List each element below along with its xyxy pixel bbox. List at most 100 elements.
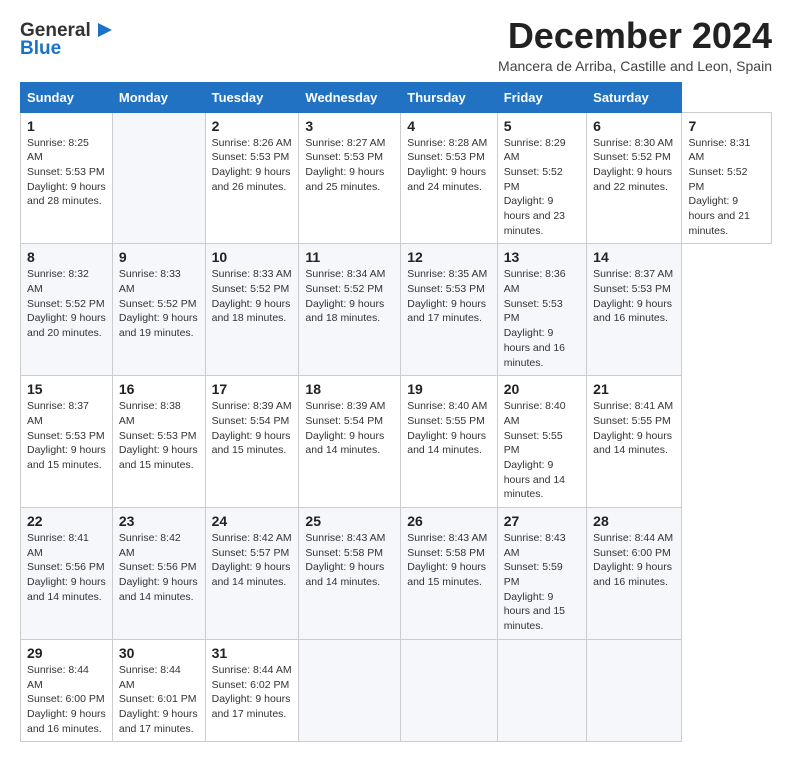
table-row: 30Sunrise: 8:44 AM Sunset: 6:01 PM Dayli…	[112, 639, 205, 741]
day-detail: Sunrise: 8:41 AM Sunset: 5:55 PM Dayligh…	[593, 399, 675, 458]
day-detail: Sunrise: 8:34 AM Sunset: 5:52 PM Dayligh…	[305, 267, 394, 326]
table-row: 7 Sunrise: 8:31 AM Sunset: 5:52 PM Daylig…	[682, 112, 772, 244]
table-row: 27 Sunrise: 8:43 AM Sunset: 5:59 PM Dayli…	[497, 508, 586, 640]
day-number: 10	[212, 249, 293, 265]
table-row	[299, 639, 401, 741]
table-row: 21 Sunrise: 8:41 AM Sunset: 5:55 PM Dayli…	[587, 376, 682, 508]
table-row: 24 Sunrise: 8:42 AM Sunset: 5:57 PM Dayli…	[205, 508, 299, 640]
day-number: 19	[407, 381, 490, 397]
day-number: 15	[27, 381, 106, 397]
col-friday: Friday	[497, 82, 586, 112]
day-number: 16	[119, 381, 199, 397]
subtitle: Mancera de Arriba, Castille and Leon, Sp…	[498, 58, 772, 74]
day-number: 23	[119, 513, 199, 529]
table-row: 8Sunrise: 8:32 AM Sunset: 5:52 PM Daylig…	[21, 244, 113, 376]
day-number: 20	[504, 381, 580, 397]
table-row: 19 Sunrise: 8:40 AM Sunset: 5:55 PM Dayli…	[401, 376, 497, 508]
table-row: 13Sunrise: 8:36 AM Sunset: 5:53 PM Dayli…	[497, 244, 586, 376]
calendar-header-row: Sunday Monday Tuesday Wednesday Thursday…	[21, 82, 772, 112]
table-row: 1 Sunrise: 8:25 AM Sunset: 5:53 PM Daylig…	[21, 112, 113, 244]
day-detail: Sunrise: 8:40 AM Sunset: 5:55 PM Dayligh…	[407, 399, 490, 458]
table-row	[112, 112, 205, 244]
table-row: 12 Sunrise: 8:35 AM Sunset: 5:53 PM Dayli…	[401, 244, 497, 376]
day-number: 5	[504, 118, 580, 134]
day-detail: Sunrise: 8:44 AM Sunset: 6:02 PM Dayligh…	[212, 663, 293, 722]
day-number: 29	[27, 645, 106, 661]
month-title: December 2024	[498, 16, 772, 56]
day-detail: Sunrise: 8:37 AM Sunset: 5:53 PM Dayligh…	[27, 399, 106, 472]
table-row: 23Sunrise: 8:42 AM Sunset: 5:56 PM Dayli…	[112, 508, 205, 640]
day-detail: Sunrise: 8:31 AM Sunset: 5:52 PM Dayligh…	[688, 136, 765, 239]
table-row: 10 Sunrise: 8:33 AM Sunset: 5:52 PM Dayli…	[205, 244, 299, 376]
col-sunday: Sunday	[21, 82, 113, 112]
day-detail: Sunrise: 8:33 AM Sunset: 5:52 PM Dayligh…	[119, 267, 199, 340]
table-row: 14 Sunrise: 8:37 AM Sunset: 5:53 PM Dayli…	[587, 244, 682, 376]
day-number: 24	[212, 513, 293, 529]
day-number: 21	[593, 381, 675, 397]
day-detail: Sunrise: 8:33 AM Sunset: 5:52 PM Dayligh…	[212, 267, 293, 326]
day-detail: Sunrise: 8:27 AM Sunset: 5:53 PM Dayligh…	[305, 136, 394, 195]
table-row	[401, 639, 497, 741]
day-detail: Sunrise: 8:44 AM Sunset: 6:00 PM Dayligh…	[27, 663, 106, 736]
table-row: 26Sunrise: 8:43 AM Sunset: 5:58 PM Dayli…	[401, 508, 497, 640]
day-detail: Sunrise: 8:39 AM Sunset: 5:54 PM Dayligh…	[212, 399, 293, 458]
table-row: 22 Sunrise: 8:41 AM Sunset: 5:56 PM Dayli…	[21, 508, 113, 640]
table-row	[587, 639, 682, 741]
day-number: 17	[212, 381, 293, 397]
day-number: 7	[688, 118, 765, 134]
day-detail: Sunrise: 8:40 AM Sunset: 5:55 PM Dayligh…	[504, 399, 580, 502]
title-area: December 2024 Mancera de Arriba, Castill…	[498, 16, 772, 74]
day-number: 22	[27, 513, 106, 529]
calendar-week-row: 8Sunrise: 8:32 AM Sunset: 5:52 PM Daylig…	[21, 244, 772, 376]
table-row: 2Sunrise: 8:26 AM Sunset: 5:53 PM Daylig…	[205, 112, 299, 244]
table-row: 28 Sunrise: 8:44 AM Sunset: 6:00 PM Dayli…	[587, 508, 682, 640]
calendar-week-row: 29 Sunrise: 8:44 AM Sunset: 6:00 PM Dayli…	[21, 639, 772, 741]
day-detail: Sunrise: 8:44 AM Sunset: 6:00 PM Dayligh…	[593, 531, 675, 590]
day-number: 27	[504, 513, 580, 529]
table-row: 29 Sunrise: 8:44 AM Sunset: 6:00 PM Dayli…	[21, 639, 113, 741]
day-number: 28	[593, 513, 675, 529]
col-thursday: Thursday	[401, 82, 497, 112]
table-row: 16 Sunrise: 8:38 AM Sunset: 5:53 PM Dayli…	[112, 376, 205, 508]
calendar-week-row: 22 Sunrise: 8:41 AM Sunset: 5:56 PM Dayli…	[21, 508, 772, 640]
day-detail: Sunrise: 8:37 AM Sunset: 5:53 PM Dayligh…	[593, 267, 675, 326]
calendar-week-row: 1 Sunrise: 8:25 AM Sunset: 5:53 PM Daylig…	[21, 112, 772, 244]
day-number: 31	[212, 645, 293, 661]
col-monday: Monday	[112, 82, 205, 112]
day-number: 13	[504, 249, 580, 265]
table-row: 25 Sunrise: 8:43 AM Sunset: 5:58 PM Dayli…	[299, 508, 401, 640]
day-detail: Sunrise: 8:29 AM Sunset: 5:52 PM Dayligh…	[504, 136, 580, 239]
day-number: 1	[27, 118, 106, 134]
logo-blue: Blue	[20, 38, 61, 60]
table-row: 5 Sunrise: 8:29 AM Sunset: 5:52 PM Daylig…	[497, 112, 586, 244]
day-detail: Sunrise: 8:43 AM Sunset: 5:59 PM Dayligh…	[504, 531, 580, 634]
day-number: 6	[593, 118, 675, 134]
day-number: 25	[305, 513, 394, 529]
day-number: 14	[593, 249, 675, 265]
day-number: 11	[305, 249, 394, 265]
day-number: 18	[305, 381, 394, 397]
day-detail: Sunrise: 8:26 AM Sunset: 5:53 PM Dayligh…	[212, 136, 293, 195]
table-row: 18Sunrise: 8:39 AM Sunset: 5:54 PM Dayli…	[299, 376, 401, 508]
col-tuesday: Tuesday	[205, 82, 299, 112]
calendar-table: Sunday Monday Tuesday Wednesday Thursday…	[20, 82, 772, 743]
day-number: 12	[407, 249, 490, 265]
day-detail: Sunrise: 8:43 AM Sunset: 5:58 PM Dayligh…	[305, 531, 394, 590]
day-number: 3	[305, 118, 394, 134]
day-detail: Sunrise: 8:43 AM Sunset: 5:58 PM Dayligh…	[407, 531, 490, 590]
day-detail: Sunrise: 8:32 AM Sunset: 5:52 PM Dayligh…	[27, 267, 106, 340]
table-row	[497, 639, 586, 741]
header: General Blue December 2024 Mancera de Ar…	[20, 16, 772, 74]
col-wednesday: Wednesday	[299, 82, 401, 112]
table-row: 17 Sunrise: 8:39 AM Sunset: 5:54 PM Dayli…	[205, 376, 299, 508]
day-detail: Sunrise: 8:44 AM Sunset: 6:01 PM Dayligh…	[119, 663, 199, 736]
day-detail: Sunrise: 8:42 AM Sunset: 5:57 PM Dayligh…	[212, 531, 293, 590]
logo: General Blue	[20, 16, 114, 60]
day-detail: Sunrise: 8:38 AM Sunset: 5:53 PM Dayligh…	[119, 399, 199, 472]
day-detail: Sunrise: 8:30 AM Sunset: 5:52 PM Dayligh…	[593, 136, 675, 195]
table-row: 31 Sunrise: 8:44 AM Sunset: 6:02 PM Dayli…	[205, 639, 299, 741]
day-detail: Sunrise: 8:25 AM Sunset: 5:53 PM Dayligh…	[27, 136, 106, 209]
day-detail: Sunrise: 8:35 AM Sunset: 5:53 PM Dayligh…	[407, 267, 490, 326]
day-detail: Sunrise: 8:41 AM Sunset: 5:56 PM Dayligh…	[27, 531, 106, 604]
table-row: 20 Sunrise: 8:40 AM Sunset: 5:55 PM Dayli…	[497, 376, 586, 508]
